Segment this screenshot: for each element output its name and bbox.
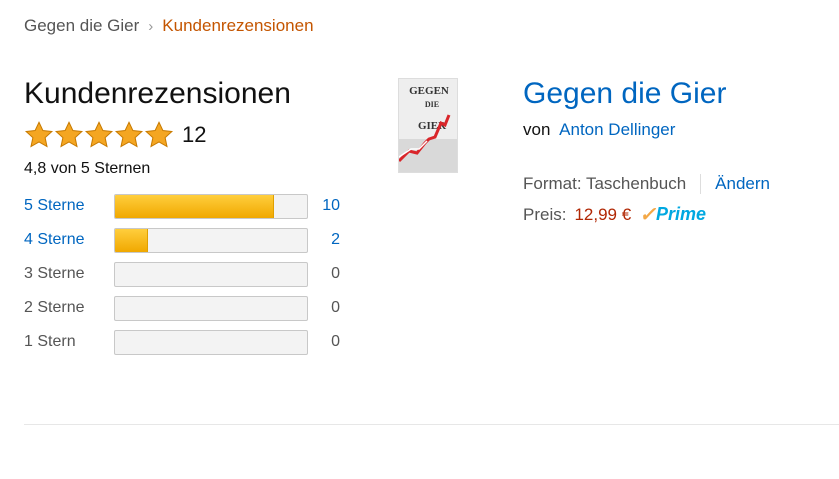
- byline: von Anton Dellinger: [523, 120, 833, 140]
- price-line: Preis: 12,99 € ✓ Prime: [523, 204, 833, 225]
- histogram-bar: [114, 295, 308, 321]
- format-divider: [700, 174, 702, 194]
- histogram-row: 1 Stern 0: [24, 325, 354, 359]
- by-label: von: [523, 120, 551, 139]
- histogram-bar[interactable]: [114, 193, 308, 219]
- star-icon: [114, 121, 144, 148]
- histogram-star-label: 2 Sterne: [24, 299, 85, 316]
- histogram-star-label[interactable]: 5 Sterne: [24, 197, 114, 215]
- author-link[interactable]: Anton Dellinger: [559, 120, 675, 139]
- histogram-count[interactable]: 10: [308, 197, 340, 215]
- histogram-count: 0: [331, 333, 340, 350]
- histogram-row: 3 Sterne 0: [24, 257, 354, 291]
- format-line: Format: Taschenbuch Ändern: [523, 174, 833, 194]
- histogram-bar-fill: [115, 194, 275, 218]
- book-cover-image[interactable]: GEGEN DIE GIER: [398, 78, 458, 173]
- histogram-row[interactable]: 4 Sterne 2: [24, 223, 354, 257]
- rating-line: 12: [24, 120, 354, 150]
- rating-count[interactable]: 12: [182, 122, 206, 148]
- cover-text-line3: GIER: [418, 120, 447, 132]
- breadcrumb-item-current: Kundenrezensionen: [162, 16, 314, 35]
- star-icon: [54, 121, 84, 148]
- rating-histogram: 5 Sterne 10 4 Sterne 2 3 Sterne 0 2 Sterne 0 1 S…: [24, 189, 354, 359]
- average-rating-text: 4,8 von 5 Sternen: [24, 160, 151, 177]
- cover-text-line1: GEGEN: [409, 85, 449, 97]
- histogram-bar: [114, 261, 308, 287]
- histogram-count: 0: [331, 299, 340, 316]
- histogram-count: 0: [331, 265, 340, 282]
- change-format-link[interactable]: Ändern: [715, 174, 770, 194]
- prime-check-icon: ✓: [639, 203, 656, 226]
- breadcrumb: Gegen die Gier › Kundenrezensionen: [24, 16, 314, 36]
- prime-logo-text: Prime: [655, 204, 706, 224]
- histogram-star-label: 3 Sterne: [24, 265, 85, 282]
- star-icon: [84, 121, 114, 148]
- format-text: Format: Taschenbuch: [523, 174, 687, 193]
- histogram-star-label[interactable]: 4 Sterne: [24, 231, 114, 249]
- star-rating[interactable]: [24, 120, 174, 150]
- product-title[interactable]: Gegen die Gier: [523, 76, 833, 112]
- reviews-heading: Kundenrezensionen: [24, 77, 291, 110]
- star-icon: [144, 121, 174, 148]
- product-info: Gegen die Gier von Anton Dellinger Forma…: [523, 76, 833, 225]
- star-icon: [24, 121, 54, 148]
- histogram-row: 2 Sterne 0: [24, 291, 354, 325]
- breadcrumb-item-product[interactable]: Gegen die Gier: [24, 16, 139, 36]
- price-value: 12,99 €: [574, 204, 632, 224]
- histogram-bar: [114, 329, 308, 355]
- histogram-bar-fill: [115, 228, 148, 252]
- histogram-count[interactable]: 2: [308, 231, 340, 249]
- prime-badge: ✓ Prime: [639, 204, 706, 225]
- histogram-row[interactable]: 5 Sterne 10: [24, 189, 354, 223]
- price-label: Preis:: [523, 204, 567, 224]
- section-divider: [24, 424, 839, 425]
- breadcrumb-separator: ›: [148, 17, 154, 35]
- histogram-bar[interactable]: [114, 227, 308, 253]
- reviews-summary: Kundenrezensionen 12 4,8 von 5 Sternen 5…: [24, 76, 354, 359]
- cover-text-line2: DIE: [425, 100, 439, 109]
- histogram-star-label: 1 Stern: [24, 333, 76, 350]
